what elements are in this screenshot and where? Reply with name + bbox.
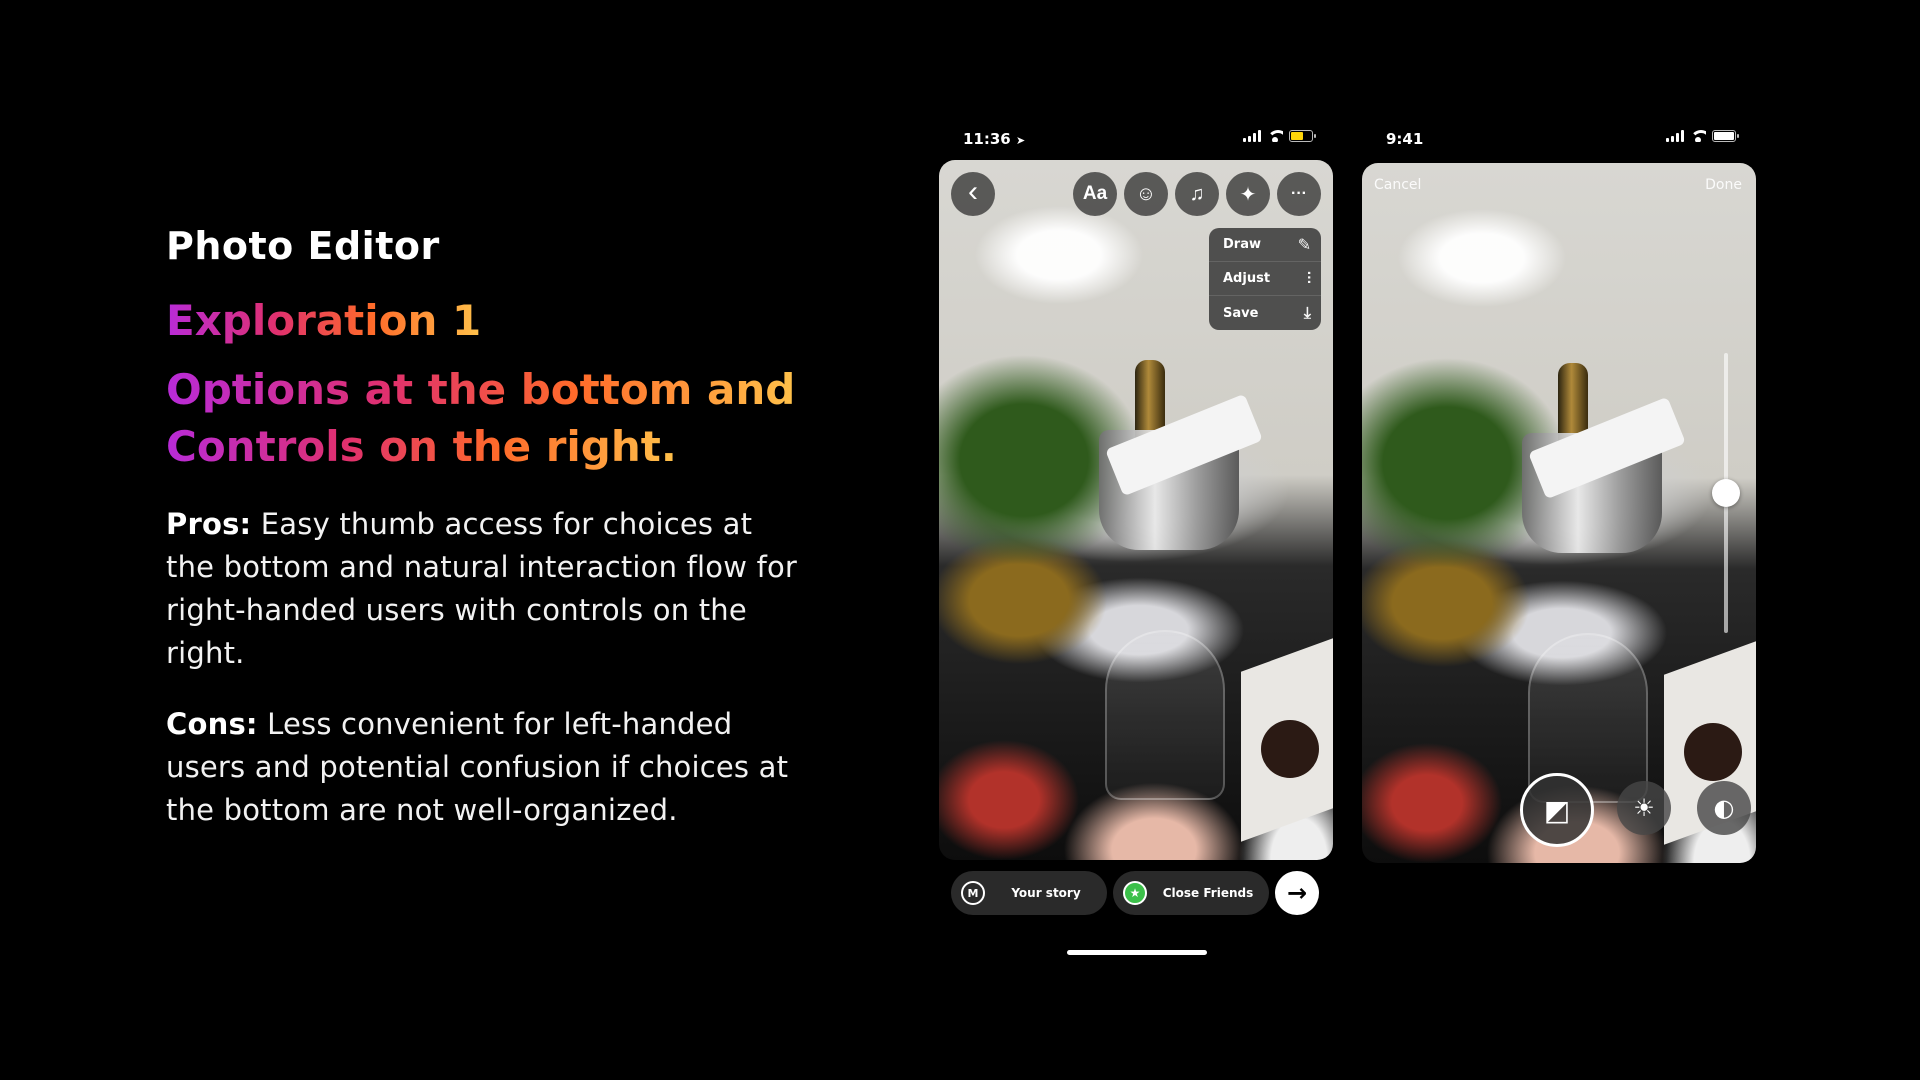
home-indicator [1067,950,1207,955]
pros-text: Easy thumb access for choices at the bot… [166,507,798,670]
menu-item-label: Draw [1223,237,1261,252]
cancel-button[interactable]: Cancel [1374,177,1421,193]
battery-icon [1712,130,1739,142]
signal-icon [1666,130,1684,142]
menu-item-label: Save [1223,305,1259,321]
editor-toolbar: Aa ☺ ♫ ✦ ··· [1073,172,1321,216]
more-button[interactable]: ··· [1277,172,1321,216]
chevron-left-icon: ‹ [968,175,978,208]
headline: Options at the bottom and Controls on th… [166,361,806,475]
phone-story-editor: 11:36 ➤ ‹ Aa ☺ ♫ ✦ ··· Draw ✎ Adjust ⫶ S… [939,120,1333,955]
location-icon: ➤ [1015,134,1026,147]
sticker-button[interactable]: ☺ [1124,172,1168,216]
status-icons [1666,130,1739,142]
draw-icon: ✎ [1297,235,1311,254]
your-story-label: Your story [1011,886,1081,900]
slider-thumb[interactable] [1712,479,1740,507]
status-bar: 11:36 ➤ [939,120,1333,160]
status-icons [1243,130,1316,142]
exploration-title: Exploration 1 [166,296,482,345]
effects-button[interactable]: ✦ [1226,172,1270,216]
arrow-right-icon: → [1286,879,1308,907]
wifi-icon [1267,130,1283,142]
intensity-slider[interactable] [1712,353,1740,633]
close-friends-label: Close Friends [1162,886,1254,900]
photo-canvas[interactable]: ‹ Aa ☺ ♫ ✦ ··· Draw ✎ Adjust ⫶ Save ⤓ [939,160,1333,860]
more-menu: Draw ✎ Adjust ⫶ Save ⤓ [1209,228,1321,330]
status-time-text: 11:36 [963,130,1011,148]
next-button[interactable]: → [1275,871,1319,915]
signal-icon [1243,130,1261,142]
sliders-icon: ⫶ [1306,268,1311,288]
share-bar: M Your story ★ Close Friends → [951,870,1321,916]
brightness-icon: ☀ [1633,794,1655,822]
star-icon: ★ [1123,881,1147,905]
photo-dome [1105,630,1225,800]
your-story-button[interactable]: M Your story [951,871,1107,915]
slide-kicker: Photo Editor [166,224,440,268]
menu-item-adjust[interactable]: Adjust ⫶ [1209,262,1321,296]
more-icon: ··· [1291,185,1307,202]
exposure-button[interactable]: ◩ [1520,773,1594,847]
text-tool-button[interactable]: Aa [1073,172,1117,216]
headline-line-1: Options at the bottom and [166,365,796,414]
cons-paragraph: Cons: Less convenient for left-handed us… [166,703,806,832]
brightness-button[interactable]: ☀ [1617,781,1671,835]
cons-text: Less convenient for left-handed users an… [166,707,789,827]
headline-line-2: Controls on the right. [166,422,677,471]
status-time: 9:41 [1386,130,1424,148]
contrast-icon: ◐ [1713,794,1735,822]
music-button[interactable]: ♫ [1175,172,1219,216]
download-icon: ⤓ [1303,303,1311,322]
phone-adjust-editor: 9:41 Cancel Done ◩ ☀ ◐ [1362,120,1756,863]
slide-copy: Photo Editor Exploration 1 Options at th… [166,224,806,832]
status-time: 11:36 ➤ [963,130,1025,148]
exposure-icon: ◩ [1543,793,1571,827]
back-button[interactable]: ‹ [951,172,995,216]
menu-item-label: Adjust [1223,271,1271,286]
music-icon: ♫ [1189,182,1205,205]
contrast-button[interactable]: ◐ [1697,781,1751,835]
battery-icon [1289,130,1316,142]
pros-paragraph: Pros: Easy thumb access for choices at t… [166,503,806,675]
wifi-icon [1690,130,1706,142]
photo-canvas[interactable]: Cancel Done ◩ ☀ ◐ [1362,163,1756,863]
photo-chocolate [1684,723,1742,781]
sticker-icon: ☺ [1135,182,1157,205]
menu-item-save[interactable]: Save ⤓ [1209,296,1321,330]
done-button[interactable]: Done [1705,177,1742,193]
photo-chocolate [1261,720,1319,778]
sparkles-icon: ✦ [1239,183,1257,206]
avatar: M [961,881,985,905]
cons-label: Cons: [166,707,258,741]
close-friends-button[interactable]: ★ Close Friends [1113,871,1269,915]
menu-item-draw[interactable]: Draw ✎ [1209,228,1321,262]
status-bar: 9:41 [1362,120,1756,160]
pros-label: Pros: [166,507,252,541]
